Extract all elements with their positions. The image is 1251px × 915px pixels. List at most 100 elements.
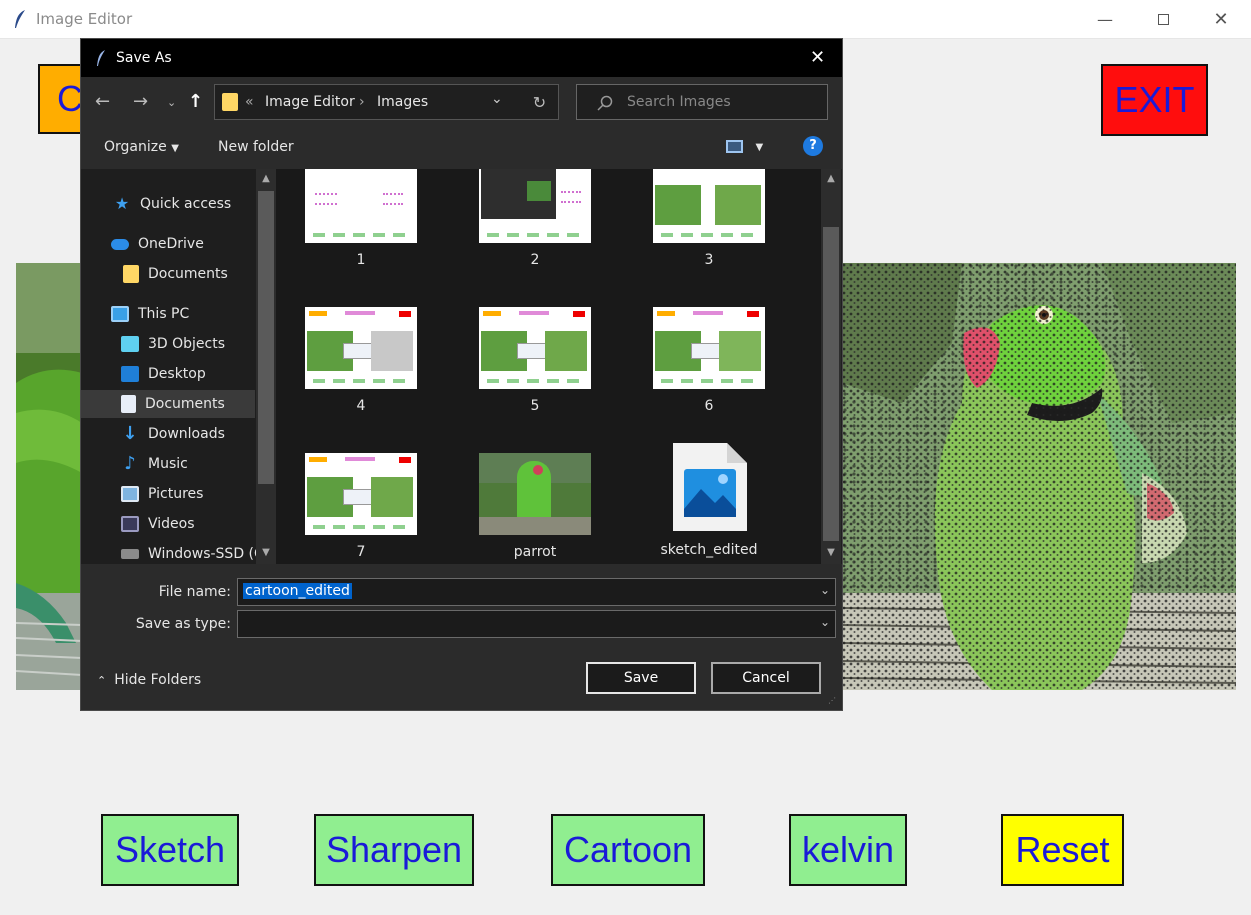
edited-image xyxy=(842,263,1236,690)
organize-menu[interactable]: Organize ▼ xyxy=(104,139,179,155)
chevron-down-icon: ▼ xyxy=(171,143,179,154)
sidebar-item-this-pc[interactable]: This PC xyxy=(111,300,276,328)
sidebar-item-label: Documents xyxy=(145,396,225,412)
kelvin-button-label: kelvin xyxy=(801,829,895,870)
image-file-icon xyxy=(669,441,749,533)
chevron-down-icon[interactable]: ⌄ xyxy=(820,615,830,629)
scroll-up-icon[interactable]: ▲ xyxy=(821,173,841,184)
reset-button[interactable]: Reset xyxy=(1001,814,1124,886)
open-button[interactable]: C xyxy=(38,64,83,134)
scroll-down-icon[interactable]: ▼ xyxy=(821,547,841,558)
file-item[interactable]: 4 xyxy=(286,307,436,414)
save-options-panel: File name: cartoon_edited ⌄ Save as type… xyxy=(81,564,842,710)
sidebar-scroll-thumb[interactable] xyxy=(258,191,274,484)
save-as-type-label: Save as type: xyxy=(135,616,231,632)
sidebar-item-pictures[interactable]: Pictures xyxy=(121,480,276,508)
music-icon: ♪ xyxy=(124,453,136,474)
file-name-input[interactable]: cartoon_edited ⌄ xyxy=(237,578,836,606)
resize-grip-icon[interactable]: ⋰ xyxy=(828,696,836,705)
breadcrumb-images[interactable]: Images xyxy=(377,94,428,110)
file-thumbnail xyxy=(305,307,417,389)
file-item[interactable]: sketch_edited xyxy=(634,443,784,558)
minimize-button[interactable]: — xyxy=(1076,0,1134,39)
file-name: parrot xyxy=(513,544,557,560)
new-folder-button[interactable]: New folder xyxy=(218,139,294,155)
search-box[interactable]: Search Images xyxy=(576,84,828,120)
address-dropdown-icon[interactable]: ⌄ xyxy=(491,91,503,107)
help-button[interactable]: ? xyxy=(803,136,823,156)
sidebar-item-music[interactable]: ♪ Music xyxy=(121,450,276,478)
feather-icon xyxy=(97,50,105,66)
file-item[interactable]: parrot xyxy=(460,453,610,560)
file-name: 2 xyxy=(530,252,540,268)
star-icon: ★ xyxy=(114,194,130,213)
sidebar-item-3d-objects[interactable]: 3D Objects xyxy=(121,330,276,358)
save-button[interactable]: Save xyxy=(586,662,696,694)
file-name: 1 xyxy=(356,252,366,268)
organize-label: Organize xyxy=(104,139,167,155)
file-list-scrollbar[interactable]: ▲ ▼ xyxy=(821,169,841,564)
cartoon-button[interactable]: Cartoon xyxy=(551,814,705,886)
breadcrumb-image-editor[interactable]: Image Editor xyxy=(265,94,355,110)
sidebar-item-onedrive-documents[interactable]: Documents xyxy=(123,260,276,288)
sidebar-item-videos[interactable]: Videos xyxy=(121,510,276,538)
sketch-button-label: Sketch xyxy=(114,829,226,870)
sidebar-item-desktop[interactable]: Desktop xyxy=(121,360,276,388)
file-thumbnail xyxy=(653,307,765,389)
search-icon xyxy=(597,95,613,111)
hide-folders-button[interactable]: ⌃ Hide Folders xyxy=(97,672,201,688)
up-arrow-icon[interactable]: ↑ xyxy=(188,91,203,112)
sidebar-item-windows-ssd[interactable]: Windows-SSD (C xyxy=(121,540,276,564)
desktop-icon xyxy=(121,366,139,382)
breadcrumb-overflow[interactable]: « xyxy=(245,94,254,110)
file-thumbnail xyxy=(479,453,591,535)
cancel-button[interactable]: Cancel xyxy=(711,662,821,694)
sidebar-item-documents[interactable]: Documents xyxy=(81,390,255,418)
file-item[interactable]: 2 xyxy=(460,169,610,268)
close-button[interactable]: ✕ xyxy=(1192,0,1250,39)
maximize-button[interactable] xyxy=(1134,0,1192,39)
file-thumbnail xyxy=(479,307,591,389)
file-item[interactable]: 3 xyxy=(634,169,784,268)
file-name: sketch_edited xyxy=(660,542,758,558)
refresh-button[interactable]: ↻ xyxy=(521,84,559,120)
dialog-close-icon[interactable]: ✕ xyxy=(810,47,825,68)
scroll-up-icon[interactable]: ▲ xyxy=(256,173,276,184)
sharpen-button[interactable]: Sharpen xyxy=(314,814,474,886)
file-list-scroll-thumb[interactable] xyxy=(823,227,839,541)
file-item[interactable]: 7 xyxy=(286,453,436,560)
exit-button[interactable]: EXIT xyxy=(1101,64,1208,136)
hide-folders-label: Hide Folders xyxy=(114,672,202,688)
navigation-pane: ★ Quick access OneDrive Documents This P… xyxy=(81,169,276,564)
sharpen-button-label: Sharpen xyxy=(325,829,463,870)
help-icon: ? xyxy=(803,136,823,156)
folder-icon xyxy=(123,265,139,283)
sidebar-scrollbar[interactable]: ▲ ▼ xyxy=(256,169,276,564)
drive-icon xyxy=(121,549,139,559)
scroll-down-icon[interactable]: ▼ xyxy=(256,547,276,558)
file-name: 6 xyxy=(704,398,714,414)
file-item[interactable]: 1 xyxy=(286,169,436,268)
kelvin-button[interactable]: kelvin xyxy=(789,814,907,886)
sidebar-item-downloads[interactable]: ↓ Downloads xyxy=(121,420,276,448)
view-options-button[interactable]: ▼ xyxy=(726,138,763,154)
back-arrow-icon[interactable]: ← xyxy=(95,91,110,112)
forward-arrow-icon[interactable]: → xyxy=(133,91,148,112)
reset-button-label: Reset xyxy=(1015,829,1110,870)
file-thumbnail xyxy=(653,169,765,243)
pictures-icon xyxy=(121,486,139,502)
file-list: 1 2 3 4 5 6 7 parrot sketch_edited xyxy=(276,169,821,564)
file-item[interactable]: 6 xyxy=(634,307,784,414)
sketch-button[interactable]: Sketch xyxy=(101,814,239,886)
sidebar-item-quick-access[interactable]: ★ Quick access xyxy=(113,190,276,218)
folder-icon xyxy=(222,93,238,111)
video-icon xyxy=(121,516,139,532)
file-item[interactable]: 5 xyxy=(460,307,610,414)
address-bar[interactable]: « Image Editor › Images ⌄ xyxy=(214,84,559,120)
recent-locations-chevron-icon[interactable]: ⌄ xyxy=(167,96,176,109)
navigation-bar: ← → ⌄ ↑ « Image Editor › Images ⌄ ↻ Sear… xyxy=(81,77,842,126)
sidebar-item-onedrive[interactable]: OneDrive xyxy=(111,230,276,258)
save-as-type-select[interactable]: ⌄ xyxy=(237,610,836,638)
chevron-down-icon[interactable]: ⌄ xyxy=(820,583,830,597)
dialog-title: Save As xyxy=(116,50,172,66)
